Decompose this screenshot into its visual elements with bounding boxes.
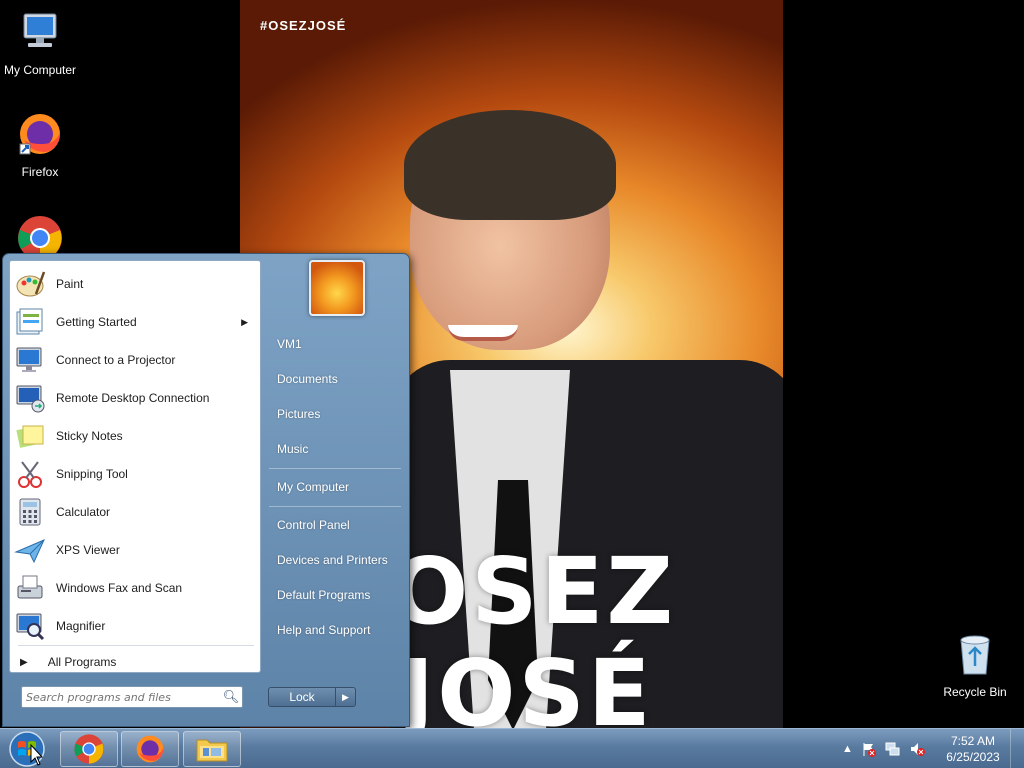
firefox-icon — [136, 735, 164, 763]
sticky-notes-icon — [16, 425, 44, 448]
action-center-flag-icon[interactable] — [861, 741, 877, 757]
taskbar-firefox-button[interactable] — [121, 731, 179, 767]
xps-viewer-icon — [14, 539, 45, 564]
start-menu: Paint Getting Started ▶ Connect to a Pro… — [2, 253, 410, 727]
search-icon[interactable]: 🔍︎ — [220, 689, 242, 705]
calculator-icon — [19, 498, 41, 526]
all-programs-label: All Programs — [47, 655, 117, 669]
all-programs-button[interactable]: ▶ All Programs — [20, 651, 116, 673]
computer-icon — [23, 13, 57, 47]
program-label: Magnifier — [56, 619, 106, 633]
program-label: XPS Viewer — [56, 543, 120, 557]
start-link-devices-printers[interactable]: Devices and Printers — [271, 545, 407, 575]
mouse-cursor-icon — [30, 744, 44, 766]
program-label: Connect to a Projector — [56, 353, 176, 367]
desktop-icon-firefox[interactable]: Firefox — [0, 110, 80, 179]
taskbar: ▲ 7:52 AM 6/25/2023 — [0, 728, 1024, 768]
magnifier-icon — [16, 613, 45, 641]
program-sticky-notes[interactable]: Sticky Notes — [10, 417, 260, 455]
triangle-right-icon: ▶ — [20, 656, 28, 668]
start-search-box[interactable]: 🔍︎ — [21, 686, 243, 708]
start-link-pictures[interactable]: Pictures — [271, 399, 407, 429]
paint-icon — [16, 271, 46, 297]
program-calculator[interactable]: Calculator — [10, 493, 260, 531]
start-link-user[interactable]: VM1 — [271, 329, 407, 359]
snipping-tool-icon — [18, 461, 42, 488]
getting-started-icon — [16, 308, 43, 335]
desktop-icon-my-computer[interactable]: My Computer — [0, 8, 80, 77]
taskbar-chrome-button[interactable] — [60, 731, 118, 767]
program-getting-started[interactable]: Getting Started ▶ — [10, 303, 260, 341]
desktop-icon-label: My Computer — [3, 63, 77, 77]
lock-button[interactable]: Lock — [268, 687, 336, 707]
volume-muted-icon[interactable] — [909, 741, 925, 757]
start-link-help-support[interactable]: Help and Support — [271, 615, 407, 645]
network-icon[interactable] — [885, 741, 901, 757]
start-link-default-programs[interactable]: Default Programs — [271, 580, 407, 610]
poster-text-line1: OSEZ — [390, 538, 677, 645]
system-tray: ▲ — [842, 729, 925, 768]
desktop-icon-recycle-bin[interactable]: Recycle Bin — [935, 630, 1015, 699]
program-label: Paint — [56, 277, 84, 291]
program-label: Snipping Tool — [56, 467, 128, 481]
program-snipping-tool[interactable]: Snipping Tool — [10, 455, 260, 493]
remote-desktop-icon — [16, 385, 45, 413]
program-remote-desktop[interactable]: Remote Desktop Connection — [10, 379, 260, 417]
program-connect-projector[interactable]: Connect to a Projector — [10, 341, 260, 379]
program-label: Remote Desktop Connection — [56, 391, 210, 405]
fax-scan-icon — [17, 575, 43, 599]
program-label: Calculator — [56, 505, 111, 519]
taskbar-explorer-button[interactable] — [183, 731, 241, 767]
all-programs-divider — [18, 645, 254, 646]
submenu-arrow-icon[interactable]: ▶ — [241, 317, 248, 328]
show-hidden-icons-button[interactable]: ▲ — [842, 743, 853, 755]
show-desktop-button[interactable] — [1010, 729, 1024, 768]
program-magnifier[interactable]: Magnifier — [10, 607, 260, 645]
program-label: Windows Fax and Scan — [56, 581, 183, 595]
chevron-right-icon: ▶ — [342, 691, 349, 702]
program-paint[interactable]: Paint — [10, 265, 260, 303]
desktop-icon-label: Firefox — [21, 165, 59, 179]
program-label: Sticky Notes — [56, 429, 123, 443]
clock[interactable]: 7:52 AM 6/25/2023 — [940, 733, 1006, 765]
start-right-divider — [269, 468, 401, 469]
firefox-icon — [19, 114, 60, 155]
start-link-my-computer[interactable]: My Computer — [271, 472, 407, 502]
start-link-control-panel[interactable]: Control Panel — [271, 510, 407, 540]
projector-icon — [16, 347, 42, 372]
program-label: Getting Started — [56, 315, 137, 329]
recycle-bin-icon — [960, 635, 990, 675]
clock-date: 6/25/2023 — [946, 750, 1000, 764]
program-fax-scan[interactable]: Windows Fax and Scan — [10, 569, 260, 607]
lock-options-button[interactable]: ▶ — [336, 687, 356, 707]
program-xps-viewer[interactable]: XPS Viewer — [10, 531, 260, 569]
user-picture[interactable] — [309, 260, 365, 316]
desktop-icon-label: Recycle Bin — [943, 685, 1007, 699]
poster-text-line2: JOSÉ — [400, 640, 654, 728]
chrome-icon — [74, 734, 104, 764]
start-right-divider — [269, 506, 401, 507]
start-programs-pane: Paint Getting Started ▶ Connect to a Pro… — [9, 260, 261, 673]
start-link-documents[interactable]: Documents — [271, 364, 407, 394]
start-link-music[interactable]: Music — [271, 434, 407, 464]
search-input[interactable] — [22, 688, 220, 706]
clock-time: 7:52 AM — [950, 734, 996, 748]
folder-icon — [196, 739, 228, 762]
poster-hashtag: #OSEZJOSÉ — [260, 18, 347, 33]
